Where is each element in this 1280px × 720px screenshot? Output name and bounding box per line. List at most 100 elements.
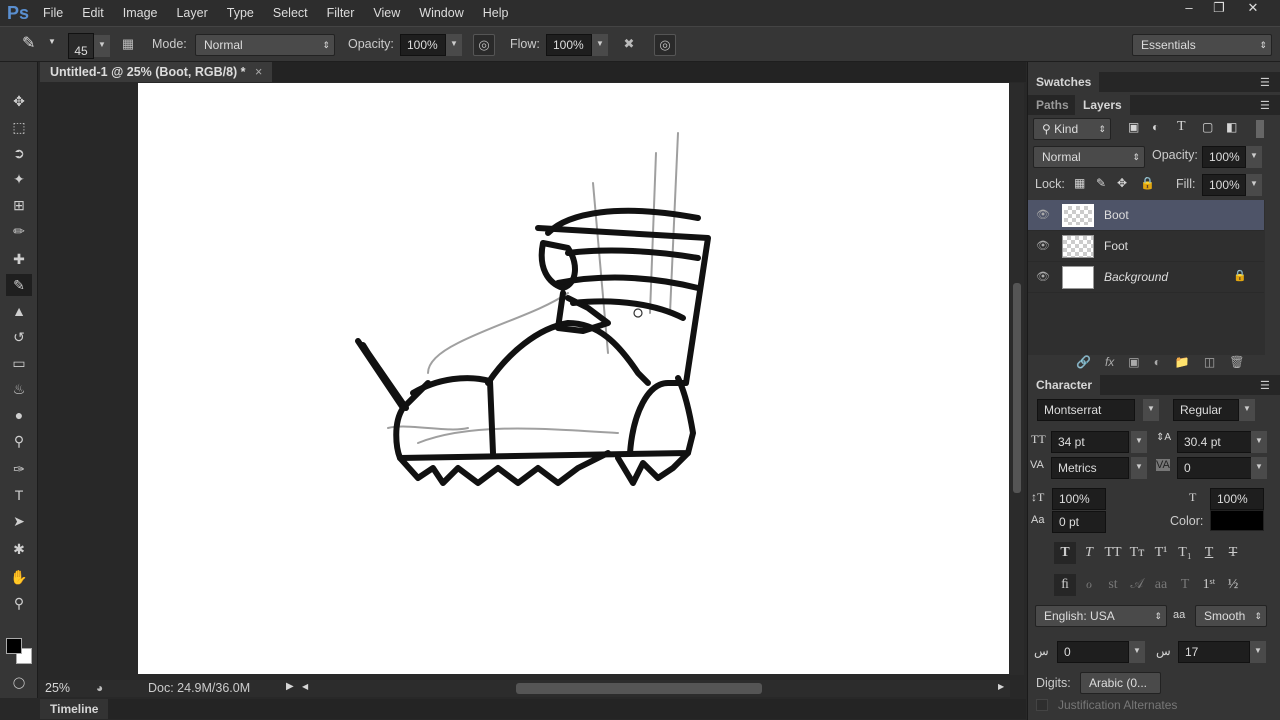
visibility-eye-icon[interactable]: 👁: [1036, 208, 1050, 221]
shape-tool-icon[interactable]: ✱: [6, 538, 32, 560]
kerning-input[interactable]: Metrics: [1051, 457, 1129, 479]
tab-layers[interactable]: Layers: [1075, 95, 1130, 115]
layer-filter-select[interactable]: ⚲ Kind ⇕: [1033, 118, 1111, 140]
titling-alternates-button[interactable]: T: [1174, 574, 1196, 596]
delete-layer-icon[interactable]: 🗑: [1229, 355, 1244, 373]
diacritic-dropdown[interactable]: ▼: [1250, 641, 1266, 663]
leading-input[interactable]: 30.4 pt: [1177, 431, 1257, 453]
type-tool-icon[interactable]: T: [6, 484, 32, 506]
crop-tool-icon[interactable]: ⊞: [6, 194, 32, 216]
new-layer-icon[interactable]: ◫: [1204, 355, 1215, 373]
justification-alternates-checkbox[interactable]: [1036, 699, 1048, 711]
lock-transparent-icon[interactable]: ▦: [1074, 176, 1085, 190]
filter-smart-object-icon[interactable]: ◧: [1226, 120, 1237, 134]
menu-view[interactable]: View: [373, 6, 400, 20]
adjustment-layer-icon[interactable]: ◐: [1154, 355, 1161, 373]
layer-row-background[interactable]: 👁 Background 🔒: [1028, 262, 1264, 293]
text-color-swatch[interactable]: [1210, 510, 1264, 531]
lock-all-icon[interactable]: 🔒: [1140, 176, 1155, 190]
all-caps-button[interactable]: TT: [1102, 542, 1124, 564]
history-brush-tool-icon[interactable]: ↺: [6, 326, 32, 348]
strikethrough-button[interactable]: T: [1222, 542, 1244, 564]
menu-select[interactable]: Select: [273, 6, 308, 20]
leading-dropdown[interactable]: ▼: [1251, 431, 1267, 453]
mode-select[interactable]: Normal ⇕: [195, 34, 335, 56]
horizontal-scale-input[interactable]: 100%: [1210, 488, 1264, 510]
filter-type-icon[interactable]: T: [1177, 119, 1186, 135]
brush-tool-icon[interactable]: ✎: [22, 33, 35, 53]
eyedropper-tool-icon[interactable]: ✏: [6, 220, 32, 242]
stylistic-alternates-button[interactable]: aa: [1150, 574, 1172, 596]
visibility-eye-icon[interactable]: 👁: [1036, 270, 1050, 283]
font-family-dropdown[interactable]: ▼: [1143, 399, 1159, 421]
hand-tool-icon[interactable]: ✋: [6, 566, 32, 588]
tab-character[interactable]: Character: [1028, 375, 1101, 395]
baseline-shift-input[interactable]: 0 pt: [1052, 511, 1106, 533]
chevron-down-icon[interactable]: ▼: [48, 37, 56, 46]
kashida-dropdown[interactable]: ▼: [1129, 641, 1145, 663]
zoom-level[interactable]: 25%: [45, 681, 70, 695]
scroll-right-icon[interactable]: ▶: [998, 682, 1004, 691]
path-selection-tool-icon[interactable]: ➤: [6, 510, 32, 532]
quick-mask-icon[interactable]: ◯: [6, 672, 32, 694]
fill-dropdown[interactable]: ▼: [1246, 174, 1262, 196]
eraser-tool-icon[interactable]: ▭: [6, 352, 32, 374]
filter-pixel-icon[interactable]: ▣: [1128, 120, 1139, 134]
old-style-button[interactable]: ℴ: [1078, 574, 1100, 596]
dodge-tool-icon[interactable]: ⚲: [6, 430, 32, 452]
vertical-scrollbar[interactable]: [1010, 83, 1024, 675]
airbrush-icon[interactable]: ✖: [618, 34, 640, 56]
menu-layer[interactable]: Layer: [176, 6, 207, 20]
tracking-input[interactable]: 0: [1177, 457, 1257, 479]
layer-row-boot[interactable]: 👁 Boot: [1028, 200, 1264, 231]
digits-select[interactable]: Arabic (0...: [1080, 672, 1161, 694]
timeline-tab[interactable]: Timeline: [40, 699, 109, 719]
move-tool-icon[interactable]: ✥: [6, 90, 32, 112]
filter-shape-icon[interactable]: ▢: [1202, 120, 1213, 134]
close-tab-icon[interactable]: ×: [255, 65, 262, 79]
workspace-select[interactable]: Essentials ⇕: [1132, 34, 1272, 56]
antialias-select[interactable]: Smooth ⇕: [1195, 605, 1267, 627]
magic-wand-tool-icon[interactable]: ✦: [6, 168, 32, 190]
layer-row-foot[interactable]: 👁 Foot: [1028, 231, 1264, 262]
menu-edit[interactable]: Edit: [82, 6, 104, 20]
layer-name[interactable]: Boot: [1104, 208, 1129, 222]
add-mask-icon[interactable]: ▣: [1128, 355, 1139, 373]
healing-brush-tool-icon[interactable]: ✚: [6, 248, 32, 270]
foreground-color-swatch[interactable]: [6, 638, 22, 654]
font-style-dropdown[interactable]: ▼: [1239, 399, 1255, 421]
opacity-dropdown[interactable]: ▼: [446, 34, 462, 56]
flow-dropdown[interactable]: ▼: [592, 34, 608, 56]
brush-size-picker[interactable]: 45: [68, 33, 94, 59]
panel-menu-icon[interactable]: ☰: [1260, 76, 1270, 89]
menu-file[interactable]: File: [43, 6, 63, 20]
link-layers-icon[interactable]: 🔗: [1076, 355, 1091, 373]
status-expand-icon[interactable]: ▶: [286, 681, 294, 692]
menu-image[interactable]: Image: [123, 6, 158, 20]
marquee-tool-icon[interactable]: ⬚: [6, 116, 32, 138]
swash-button[interactable]: 𝒜: [1126, 574, 1148, 596]
visibility-eye-icon[interactable]: 👁: [1036, 239, 1050, 252]
blur-tool-icon[interactable]: ●: [6, 404, 32, 426]
small-caps-button[interactable]: Tт: [1126, 542, 1148, 564]
diacritic-input[interactable]: 17: [1178, 641, 1250, 663]
menu-window[interactable]: Window: [419, 6, 463, 20]
layer-name[interactable]: Background: [1104, 270, 1168, 284]
kashida-input[interactable]: 0: [1057, 641, 1129, 663]
blend-mode-select[interactable]: Normal ⇕: [1033, 146, 1145, 168]
pressure-opacity-icon[interactable]: ◎: [473, 34, 495, 56]
font-size-input[interactable]: 34 pt: [1051, 431, 1129, 453]
layer-name[interactable]: Foot: [1104, 239, 1128, 253]
tracking-dropdown[interactable]: ▼: [1251, 457, 1267, 479]
underline-button[interactable]: T: [1198, 542, 1220, 564]
font-style-input[interactable]: Regular: [1173, 399, 1239, 421]
zoom-tool-icon[interactable]: ⚲: [6, 592, 32, 614]
filter-adjustment-icon[interactable]: ◐: [1152, 120, 1159, 134]
brush-preset-dropdown[interactable]: ▼: [94, 35, 110, 57]
menu-help[interactable]: Help: [483, 6, 509, 20]
font-size-dropdown[interactable]: ▼: [1131, 431, 1147, 453]
vertical-scroll-thumb[interactable]: [1013, 283, 1021, 493]
subscript-button[interactable]: T₁: [1174, 542, 1196, 564]
pressure-size-icon[interactable]: ◎: [654, 34, 676, 56]
faux-bold-button[interactable]: T: [1054, 542, 1076, 564]
